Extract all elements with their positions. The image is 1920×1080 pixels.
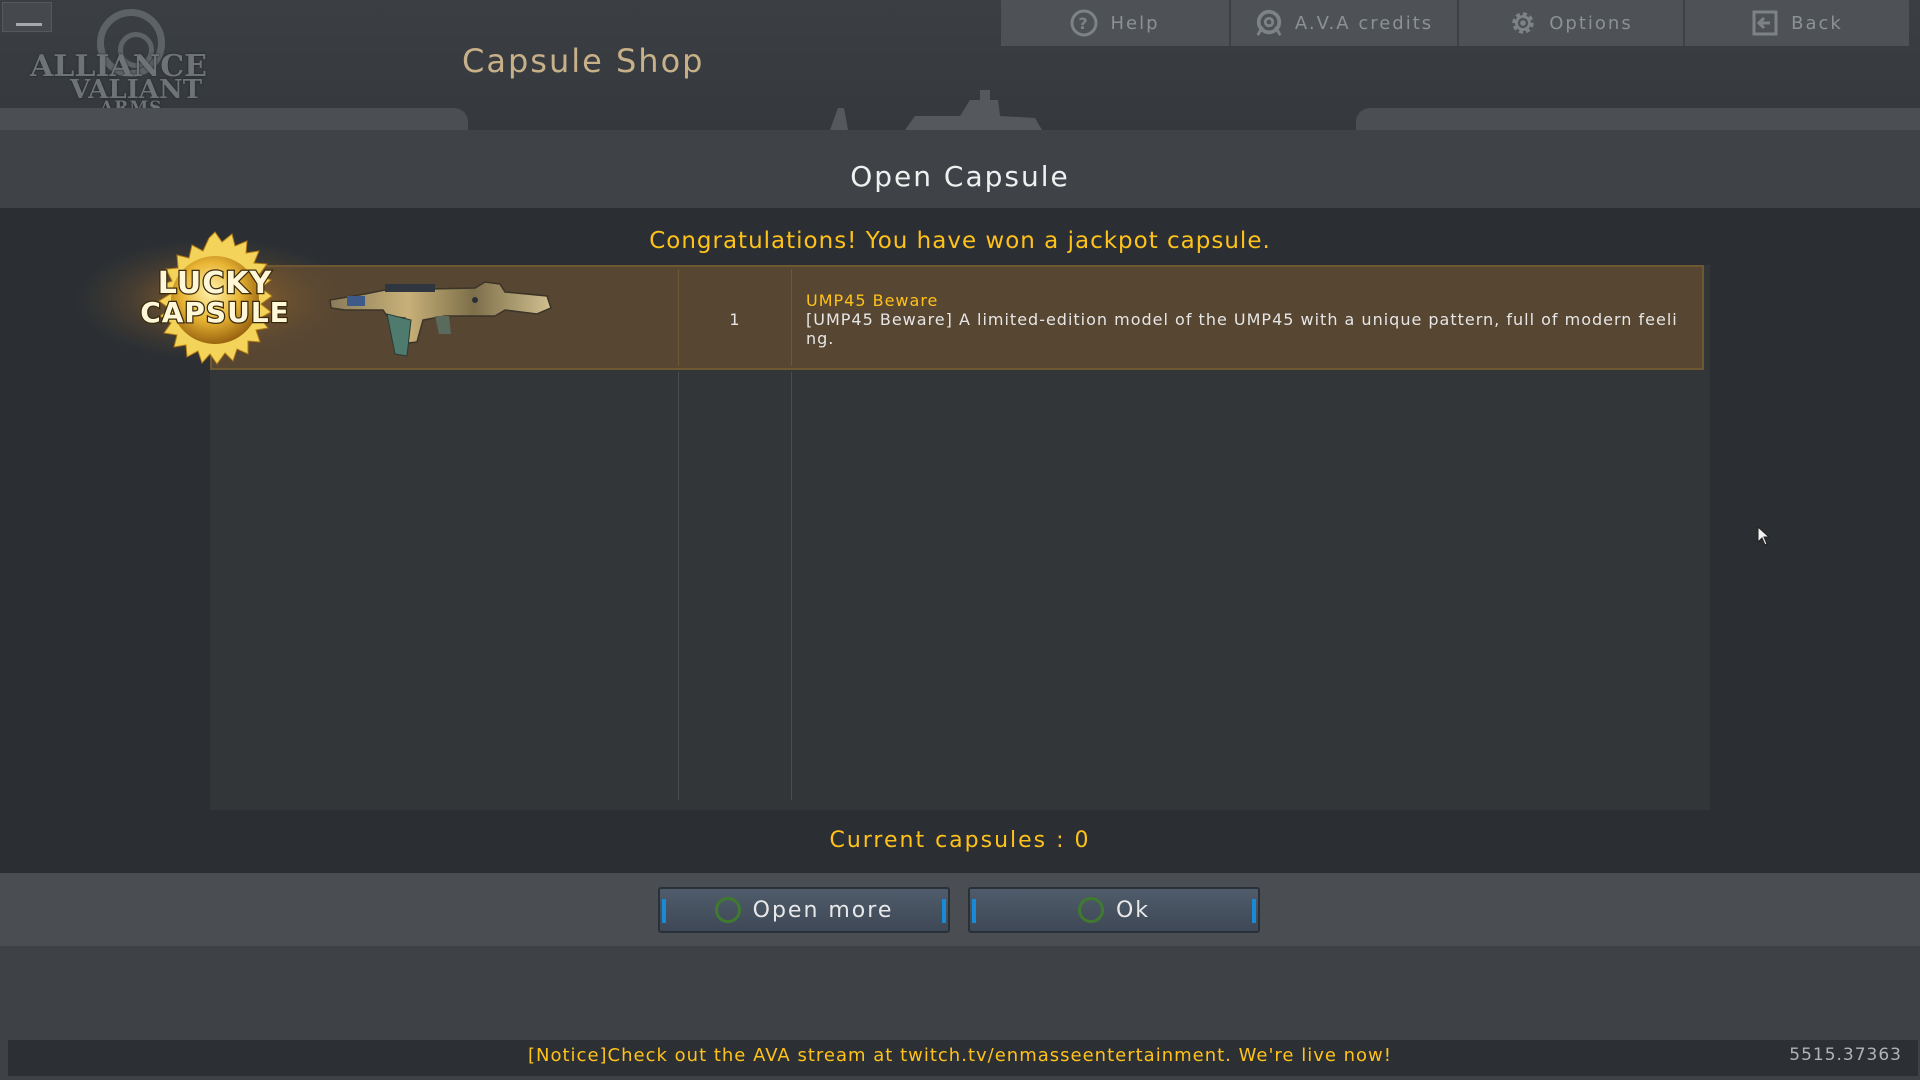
open-more-button[interactable]: Open more xyxy=(658,887,950,933)
mouse-cursor-icon xyxy=(1757,526,1771,546)
item-quantity: 1 xyxy=(729,310,741,329)
soldier-silhouette xyxy=(830,90,1042,130)
current-capsules: Current capsules : 0 xyxy=(829,828,1091,853)
back-button[interactable]: Back xyxy=(1685,0,1909,46)
column-divider xyxy=(678,372,679,800)
header-trim-right xyxy=(1356,108,1920,130)
ok-button[interactable]: Ok xyxy=(968,887,1260,933)
help-label: Help xyxy=(1110,12,1160,34)
help-icon: ? xyxy=(1070,9,1098,37)
options-label: Options xyxy=(1549,12,1633,34)
lucky-capsule-badge: LUCKY CAPSULE xyxy=(75,231,355,365)
ava-credits-label: A.V.A credits xyxy=(1294,12,1434,34)
row-divider xyxy=(678,269,679,366)
open-more-label: Open more xyxy=(752,897,894,923)
ava-logo: ALLIANCE VALIANT ARMS xyxy=(25,5,240,118)
capsule-shop-screen: ALLIANCE VALIANT ARMS Capsule Shop ? Hel… xyxy=(0,0,1920,1080)
page-title: Capsule Shop xyxy=(462,42,705,80)
row-divider xyxy=(791,269,792,366)
column-divider xyxy=(791,372,792,800)
svg-text:?: ? xyxy=(1079,14,1090,33)
coordinate-readout: 5515.37363 xyxy=(1789,1045,1902,1065)
button-band xyxy=(0,873,1920,946)
ok-label: Ok xyxy=(1115,897,1151,923)
top-nav: ? Help A.V.A credits Options Back xyxy=(1001,0,1909,46)
help-button[interactable]: ? Help xyxy=(1001,0,1231,46)
item-description: [UMP45 Beware] A limited-edition model o… xyxy=(806,310,1678,348)
badge-text-capsule: CAPSULE xyxy=(140,296,290,329)
notice-text: [Notice]Check out the AVA stream at twit… xyxy=(528,1045,1392,1066)
dialog-title: Open Capsule xyxy=(850,160,1070,193)
circle-icon xyxy=(1077,897,1104,923)
options-button[interactable]: Options xyxy=(1459,0,1685,46)
back-arrow-icon xyxy=(1751,9,1779,37)
ump45-weapon-image xyxy=(329,281,552,357)
circle-icon xyxy=(714,897,741,923)
back-label: Back xyxy=(1791,12,1843,34)
header-trim-left xyxy=(0,108,468,130)
gear-icon xyxy=(1509,9,1537,37)
ava-credits-button[interactable]: A.V.A credits xyxy=(1231,0,1459,46)
credits-icon xyxy=(1255,9,1283,37)
item-name: UMP45 Beware xyxy=(806,291,939,310)
